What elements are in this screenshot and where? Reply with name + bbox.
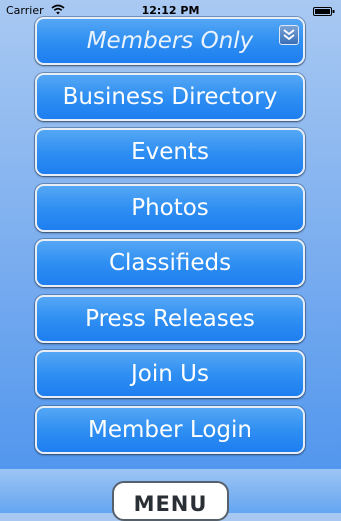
double-chevron-down-icon[interactable] bbox=[279, 25, 299, 45]
classifieds-button[interactable]: Classifieds bbox=[35, 239, 305, 287]
member-login-button[interactable]: Member Login bbox=[35, 405, 305, 454]
photos-button[interactable]: Photos bbox=[35, 183, 305, 232]
main-menu: Members Only Business Directory Events P… bbox=[35, 17, 305, 461]
menu-tab-button[interactable]: MENU bbox=[112, 481, 229, 521]
members-only-button[interactable]: Members Only bbox=[35, 17, 305, 65]
clock-time: 12:12 PM bbox=[141, 4, 200, 17]
business-directory-button[interactable]: Business Directory bbox=[35, 72, 305, 121]
events-button[interactable]: Events bbox=[35, 128, 305, 176]
press-releases-button[interactable]: Press Releases bbox=[35, 294, 305, 343]
join-us-button[interactable]: Join Us bbox=[35, 350, 305, 398]
battery-icon bbox=[313, 6, 335, 16]
members-only-label: Members Only bbox=[86, 28, 254, 54]
